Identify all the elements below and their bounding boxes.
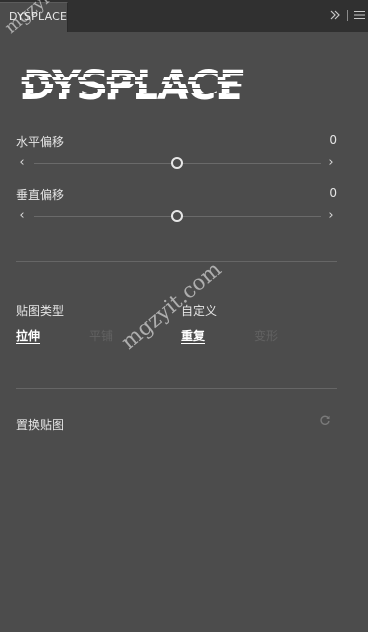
horizontal-offset-label: 水平偏移 — [16, 135, 65, 149]
section-divider-2 — [16, 388, 337, 389]
hamburger-menu-icon[interactable] — [353, 7, 365, 23]
horizontal-offset-decrement[interactable]: ‹ — [16, 156, 28, 170]
vertical-offset-thumb[interactable] — [171, 210, 183, 222]
option-repeat[interactable]: 重复 — [181, 327, 205, 344]
vertical-offset-label: 垂直偏移 — [16, 188, 65, 202]
map-type-label: 贴图类型 — [16, 304, 65, 318]
double-chevron-right-icon[interactable] — [328, 7, 342, 23]
displacement-map-label: 置换贴图 — [16, 418, 65, 432]
tab-dysplace[interactable]: DYSPLACE — [0, 2, 68, 32]
horizontal-offset-value[interactable]: 0 — [300, 133, 337, 147]
option-stretch[interactable]: 拉伸 — [16, 327, 40, 344]
refresh-icon[interactable] — [319, 414, 331, 426]
custom-label: 自定义 — [181, 304, 218, 318]
dysplace-logo: DYSPLACE DYSPLACE DYSPLACE DYSPLACE DYSP… — [18, 63, 338, 106]
vertical-offset-decrement[interactable]: ‹ — [16, 209, 28, 223]
section-divider-1 — [16, 261, 337, 262]
horizontal-offset-thumb[interactable] — [171, 157, 183, 169]
option-deform[interactable]: 变形 — [254, 327, 278, 344]
option-tile[interactable]: 平铺 — [89, 327, 113, 344]
tab-title: DYSPLACE — [9, 10, 68, 23]
horizontal-offset-increment[interactable]: › — [325, 156, 337, 170]
panel-tab-bar: DYSPLACE — [0, 0, 368, 32]
tab-separator — [347, 10, 348, 21]
vertical-offset-increment[interactable]: › — [325, 209, 337, 223]
vertical-offset-value[interactable]: 0 — [300, 186, 337, 200]
